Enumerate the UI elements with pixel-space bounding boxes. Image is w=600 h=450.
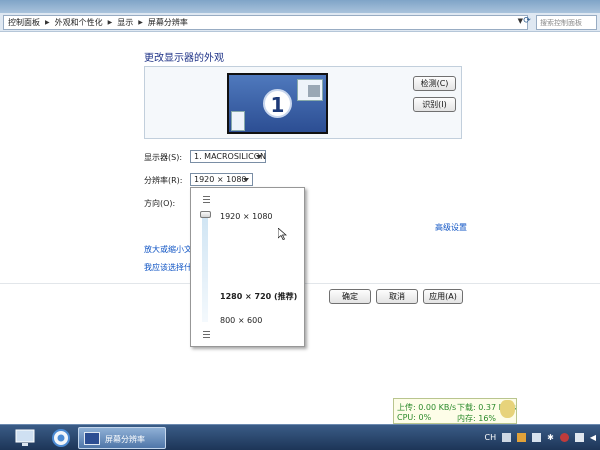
volume-icon[interactable]: ◀ — [590, 433, 596, 442]
taskbar-item-label: 屏幕分辨率 — [105, 435, 145, 444]
refresh-icon[interactable]: ⟳ — [520, 16, 534, 29]
bluetooth-icon[interactable]: ✱ — [547, 433, 554, 442]
window-thumbnail-icon — [231, 111, 245, 131]
taskbar-item-screen-resolution[interactable]: 屏幕分辨率 — [78, 427, 166, 449]
display-select[interactable]: 1. MACROSILICON — [190, 150, 266, 163]
system-tray: CH ✱ ◀ — [485, 425, 600, 450]
monitor-1-preview[interactable]: 1 — [227, 73, 328, 134]
browser-icon[interactable] — [50, 428, 72, 448]
window-top-strip — [0, 0, 600, 13]
resolution-option-recommended[interactable]: 1280 × 720 (推荐) — [220, 291, 297, 302]
slider-tick — [203, 202, 210, 203]
orientation-label: 方向(O): — [144, 199, 176, 208]
chevron-right-icon[interactable]: ▶ — [45, 19, 50, 26]
resolution-dropdown[interactable]: 1920 × 1080 1280 × 720 (推荐) 800 × 600 — [190, 187, 305, 347]
page-title: 更改显示器的外观 — [144, 53, 224, 64]
resolution-label: 分辨率(R): — [144, 176, 183, 185]
what-to-choose-link[interactable]: 我应该选择什么 — [144, 262, 190, 273]
network-speed-widget[interactable]: 上传: 0.00 KB/s 下载: 0.37 KB/s CPU: 0% 内存: … — [393, 398, 517, 424]
breadcrumb-resolution[interactable]: 屏幕分辨率 — [148, 17, 188, 28]
cpu-usage: CPU: 0% — [397, 413, 432, 422]
apply-button[interactable]: 应用(A) — [423, 289, 463, 304]
display-icon — [84, 432, 100, 445]
taskbar: 屏幕分辨率 CH ✱ ◀ — [0, 424, 600, 450]
resolution-select-value: 1920 × 1080 — [194, 175, 247, 184]
breadcrumb-appearance[interactable]: 外观和个性化 — [55, 17, 103, 28]
slider-tick — [203, 337, 210, 338]
slider-tick — [203, 199, 210, 200]
chevron-down-icon — [256, 155, 262, 159]
resolution-slider-thumb[interactable] — [200, 211, 211, 218]
ok-button[interactable]: 确定 — [329, 289, 371, 304]
network-icon[interactable] — [574, 433, 584, 442]
text-size-link[interactable]: 放大或缩小文本 — [144, 244, 190, 255]
chevron-right-icon[interactable]: ▶ — [108, 19, 113, 26]
chevron-right-icon[interactable]: ▶ — [138, 19, 143, 26]
monitor-number: 1 — [263, 89, 292, 118]
memory-usage: 内存: 16% — [457, 414, 497, 423]
slider-tick — [203, 334, 210, 335]
slider-tick — [203, 331, 210, 332]
tray-icon[interactable] — [532, 433, 542, 442]
resolution-slider-track[interactable] — [202, 212, 208, 322]
language-indicator[interactable]: CH — [485, 433, 497, 442]
mouse-cursor-icon — [278, 228, 287, 240]
address-bar: 控制面板 ▶ 外观和个性化 ▶ 显示 ▶ 屏幕分辨率 ▼ ⟳ 搜索控制面板 — [0, 13, 600, 32]
window-thumbnail-icon — [297, 79, 323, 101]
computer-icon[interactable] — [14, 428, 36, 448]
security-icon[interactable] — [559, 433, 569, 442]
shield-icon[interactable] — [517, 433, 527, 442]
mascot-icon — [500, 400, 515, 418]
detect-button[interactable]: 检测(C) — [413, 76, 456, 91]
monitor-preview-area: 1 检测(C) 识别(I) — [144, 66, 462, 139]
upload-speed: 上传: 0.00 KB/s — [397, 403, 457, 412]
identify-button[interactable]: 识别(I) — [413, 97, 456, 112]
display-label: 显示器(S): — [144, 153, 183, 162]
chevron-down-icon — [243, 178, 249, 182]
breadcrumb-control-panel[interactable]: 控制面板 — [8, 17, 40, 28]
search-input[interactable]: 搜索控制面板 — [536, 15, 597, 30]
keyboard-icon[interactable] — [502, 433, 512, 442]
breadcrumb-display[interactable]: 显示 — [117, 17, 133, 28]
advanced-settings-link[interactable]: 高级设置 — [435, 222, 467, 233]
resolution-option[interactable]: 800 × 600 — [220, 316, 262, 325]
slider-tick — [203, 196, 210, 197]
resolution-option[interactable]: 1920 × 1080 — [220, 212, 273, 221]
resolution-select[interactable]: 1920 × 1080 — [190, 173, 253, 186]
breadcrumb[interactable]: 控制面板 ▶ 外观和个性化 ▶ 显示 ▶ 屏幕分辨率 ▼ — [3, 15, 528, 30]
cancel-button[interactable]: 取消 — [376, 289, 418, 304]
